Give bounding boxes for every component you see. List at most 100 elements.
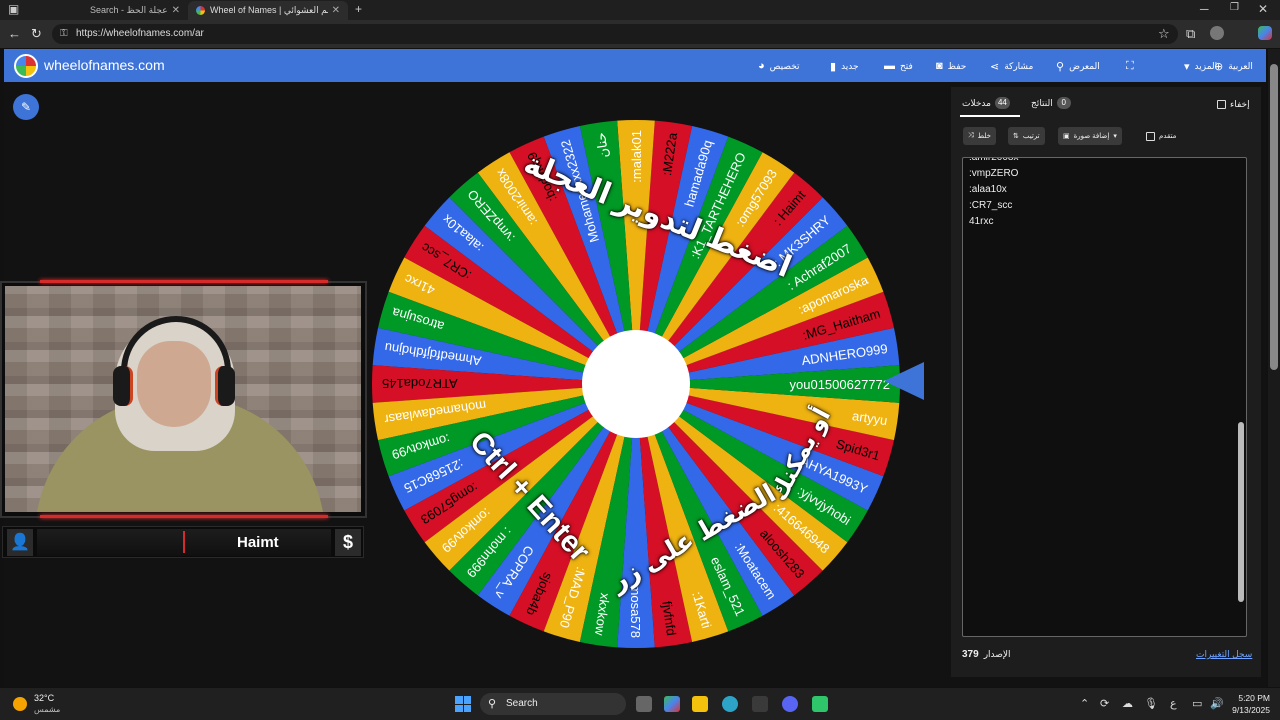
page-scroll-thumb[interactable]: [1270, 64, 1278, 370]
tab-entries-label: مدخلات: [962, 97, 991, 108]
menu-new[interactable]: ▮ جديد: [830, 60, 859, 73]
chevron-down-icon: ▾: [1184, 61, 1190, 73]
entries-scroll-thumb[interactable]: [1238, 422, 1244, 602]
list-item: :CR7_scc: [969, 200, 1013, 211]
menu-gallery-label: المعرض: [1069, 61, 1100, 71]
clock-date: 9/13/2025: [1232, 705, 1270, 715]
tab-actions-icon[interactable]: ▣: [8, 2, 19, 16]
copilot-icon[interactable]: [1258, 26, 1272, 40]
close-icon[interactable]: ✕: [172, 5, 180, 16]
tray-chevron-icon[interactable]: ⌃: [1080, 697, 1089, 710]
logo-icon[interactable]: [14, 54, 38, 78]
app-icon[interactable]: [812, 696, 828, 712]
taskbar-search[interactable]: ⚲ Search: [480, 693, 626, 715]
chevron-down-icon: ▾: [1113, 133, 1117, 140]
menu-more[interactable]: ▾ المزيد: [1184, 60, 1217, 73]
results-count-badge: 0: [1056, 97, 1071, 109]
edit-pencil-icon[interactable]: ✎: [13, 94, 39, 120]
advanced-checkbox[interactable]: [1146, 131, 1155, 141]
collections-icon[interactable]: ⧉: [1186, 26, 1195, 42]
edge-browser-icon[interactable]: [722, 696, 738, 712]
sort-button[interactable]: ⇅ ترتيب: [1008, 127, 1045, 145]
clock[interactable]: 5:20 PM 9/13/2025: [1226, 692, 1270, 716]
new-doc-icon: ▮: [830, 61, 837, 73]
hide-checkbox[interactable]: [1217, 100, 1226, 109]
list-item: :vmpZERO: [969, 168, 1019, 179]
sync-icon[interactable]: ⟳: [1100, 697, 1109, 710]
new-tab-icon[interactable]: +: [355, 2, 362, 16]
wheel-slice-label: you01500627772: [790, 377, 891, 392]
shuffle-label: خلط: [977, 133, 991, 140]
network-icon[interactable]: ▭: [1192, 697, 1202, 710]
menu-customize[interactable]: ◕ تخصيص: [758, 60, 800, 72]
site-info-icon[interactable]: ⚿: [60, 24, 68, 44]
hide-toggle[interactable]: إخفاء: [1217, 99, 1250, 110]
browser-tab-strip: ▣ Search - عجلة الحظ ✕ Wheel of Names | …: [0, 0, 1280, 20]
menu-share[interactable]: ⋖ مشاركة: [990, 60, 1033, 73]
menu-save[interactable]: ◙ حفظ: [936, 60, 966, 72]
copilot-app-icon[interactable]: [664, 696, 680, 712]
sun-icon[interactable]: [13, 697, 27, 711]
tab-search[interactable]: Search - عجلة الحظ ✕: [30, 1, 188, 20]
file-explorer-icon[interactable]: [692, 696, 708, 712]
weather-desc[interactable]: مشمس: [34, 705, 60, 714]
changelog-link[interactable]: سجل التغييرات: [1196, 649, 1252, 660]
shuffle-button[interactable]: ⤨ خلط: [963, 127, 996, 145]
entries-textarea[interactable]: :amir2008x :vmpZERO :alaa10x :CR7_scc 41…: [962, 157, 1247, 637]
input-language[interactable]: ع: [1170, 697, 1177, 710]
headset-ear-left: [113, 366, 133, 406]
discord-icon[interactable]: [782, 696, 798, 712]
wheel-center[interactable]: [582, 330, 690, 438]
search-icon: ⚲: [488, 698, 497, 710]
entries-scrollbar[interactable]: [1236, 162, 1244, 632]
taskbar-search-label: Search: [506, 698, 538, 709]
tab-entries[interactable]: مدخلات 44: [962, 97, 1010, 109]
advanced-toggle[interactable]: متقدم: [1141, 127, 1181, 145]
menu-open-label: فتح: [900, 60, 913, 71]
tab-results[interactable]: النتائج 0: [1031, 97, 1071, 109]
streamer-name-bar: 👤 Haimt $: [2, 526, 364, 558]
menu-fullscreen[interactable]: ⛶: [1126, 60, 1134, 73]
url-field[interactable]: ⚿ https://wheelofnames.com/ar: [52, 24, 1178, 44]
add-image-button[interactable]: ▣ إضافة صورة ▾: [1058, 127, 1122, 145]
search-icon: ⚲: [1056, 61, 1065, 73]
webcam-feed: [5, 286, 361, 512]
back-icon[interactable]: ←: [8, 26, 21, 41]
fullscreen-icon: ⛶: [1126, 60, 1134, 72]
name-field: Haimt: [37, 529, 331, 556]
maximize-icon[interactable]: ❐: [1230, 2, 1239, 13]
tab-search-title: Search - عجلة الحظ: [90, 5, 168, 15]
share-icon: ⋖: [990, 61, 1000, 73]
folder-icon: ▬: [884, 60, 895, 72]
close-icon[interactable]: ✕: [332, 5, 340, 16]
window-close-icon[interactable]: ✕: [1258, 2, 1268, 16]
start-icon[interactable]: [455, 696, 471, 712]
wheel-slice-label: :malak01: [629, 130, 644, 183]
url-text: https://wheelofnames.com/ar: [76, 28, 204, 39]
minimize-icon[interactable]: ─: [1200, 2, 1209, 16]
task-view-icon[interactable]: [636, 696, 652, 712]
profile-avatar[interactable]: [1210, 26, 1224, 40]
tab-wheel-of-names[interactable]: Wheel of Names | الاسم العشوائي ✕: [188, 1, 348, 20]
page-scrollbar[interactable]: [1268, 49, 1280, 687]
taskbar: 32°C مشمس ⚲ Search ⌃ ⟳ ☁ 🎙 ع ▭ 🔊 5:20 PM…: [0, 688, 1280, 720]
weather-temp[interactable]: 32°C: [34, 693, 54, 703]
menu-new-label: جديد: [841, 61, 859, 71]
version-number: 379: [962, 649, 979, 660]
active-tab-indicator: [960, 115, 1020, 117]
dollar-icon: $: [335, 529, 361, 556]
menu-open[interactable]: ▬ فتح: [884, 60, 913, 72]
reload-icon[interactable]: ↻: [31, 26, 42, 42]
version-info: 379 الإصدار: [962, 649, 1011, 660]
mic-icon[interactable]: 🎙: [1144, 697, 1158, 710]
volume-icon[interactable]: 🔊: [1210, 697, 1224, 710]
cloud-icon[interactable]: ☁: [1122, 697, 1133, 710]
user-icon: 👤: [7, 529, 33, 556]
brand-name[interactable]: wheelofnames.com: [44, 57, 165, 73]
store-icon[interactable]: [752, 696, 768, 712]
menu-language[interactable]: ⊕ العربية: [1214, 60, 1253, 73]
sort-label: ترتيب: [1022, 133, 1040, 140]
wheel-pointer: [884, 362, 924, 400]
favorite-star-icon[interactable]: ☆: [1158, 26, 1170, 42]
menu-gallery[interactable]: ⚲ المعرض: [1056, 60, 1100, 73]
